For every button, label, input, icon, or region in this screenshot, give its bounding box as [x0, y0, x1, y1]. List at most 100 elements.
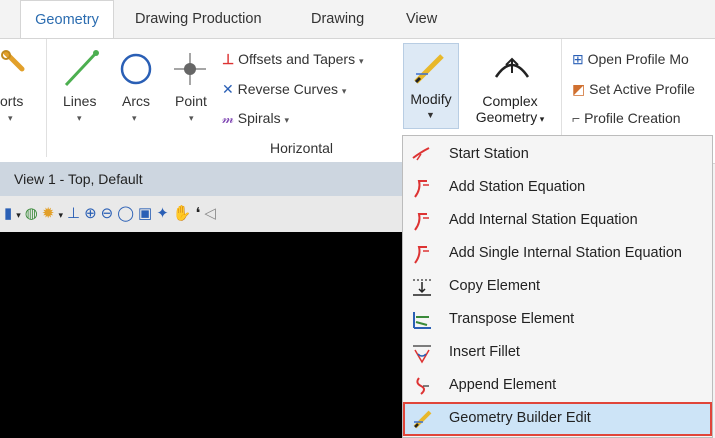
- complex-label-2: Geometry ▾: [475, 109, 545, 125]
- internal-station-equation-icon: [414, 213, 429, 231]
- chevron-down-icon-2[interactable]: ▾: [58, 210, 67, 220]
- point-label: Point: [175, 93, 207, 109]
- profile-creation-button[interactable]: ⌐ Profile Creation: [572, 110, 681, 126]
- arcs-chevron-icon: ▾: [132, 113, 137, 123]
- chevron-down-icon[interactable]: ▾: [16, 210, 25, 220]
- lines-label: Lines: [63, 93, 97, 109]
- window-area-icon[interactable]: ◯: [117, 205, 138, 222]
- reverse-curves-icon: ✕: [222, 81, 234, 97]
- menu-item-insert-fillet[interactable]: Insert Fillet: [403, 336, 712, 369]
- ports-icon: [1, 50, 25, 72]
- menu-item-add-internal-station-equation[interactable]: Add Internal Station Equation: [403, 204, 712, 237]
- start-station-icon: [412, 147, 430, 161]
- lines-icon: [64, 50, 99, 87]
- copy-element-icon: [413, 279, 431, 296]
- tab-drawing[interactable]: Drawing: [311, 0, 364, 38]
- ports-label: orts: [0, 93, 24, 109]
- profile-creation-icon: ⌐: [572, 110, 581, 126]
- set-active-profile-button[interactable]: ◩ Set Active Profile: [572, 81, 695, 98]
- point-chevron-icon: ▾: [189, 113, 194, 123]
- menu-item-label: Copy Element: [449, 278, 541, 294]
- modify-label: Modify: [410, 91, 452, 107]
- complex-geometry-button[interactable]: Complex Geometry ▾: [470, 47, 550, 135]
- display-style-icon[interactable]: ◍: [25, 205, 42, 222]
- ports-chevron-icon: ▾: [8, 113, 13, 123]
- tab-geometry-label: Geometry: [35, 12, 99, 28]
- open-profile-label: Open Profile Mo: [587, 51, 689, 67]
- offsets-and-tapers-button[interactable]: ⊥ Offsets and Tapers ▾: [222, 51, 364, 68]
- menu-item-label: Geometry Builder Edit: [449, 410, 591, 426]
- complex-label-1: Complex: [482, 93, 538, 109]
- update-view-icon[interactable]: ⊥: [67, 205, 84, 222]
- insert-fillet-icon: [413, 345, 431, 364]
- view-title: View 1 - Top, Default: [14, 171, 143, 187]
- fly-icon[interactable]: ◁: [204, 205, 220, 222]
- profile-creation-label: Profile Creation: [584, 110, 681, 126]
- menu-item-geometry-builder-edit[interactable]: Geometry Builder Edit: [403, 402, 712, 436]
- set-active-profile-label: Set Active Profile: [589, 81, 695, 97]
- set-active-profile-icon: ◩: [572, 81, 586, 97]
- zoom-out-icon[interactable]: ⊖: [101, 205, 118, 222]
- offsets-icon: ⊥: [222, 51, 235, 67]
- ribbon-tab-bar: Geometry Drawing Production Drawing View: [0, 0, 715, 39]
- spirals-icon: 𝓂: [222, 110, 234, 126]
- lighting-icon[interactable]: ✹: [42, 205, 59, 222]
- menu-item-label: Add Station Equation: [449, 179, 586, 195]
- view-title-bar: View 1 - Top, Default: [0, 162, 402, 196]
- single-internal-station-equation-icon: [414, 246, 429, 264]
- view-canvas[interactable]: [0, 232, 402, 438]
- view-toolbar-icons: ▮▾◍✹▾⊥⊕⊖◯▣✦✋❛◁: [4, 204, 220, 222]
- reverse-curves-button[interactable]: ✕ Reverse Curves ▾: [222, 81, 346, 98]
- fit-view-icon[interactable]: ▣: [138, 205, 156, 222]
- complex-geometry-icon: [494, 57, 530, 78]
- transpose-element-icon: [413, 312, 431, 329]
- open-profile-model-button[interactable]: ⊞ Open Profile Mo: [572, 51, 689, 68]
- view-attributes-icon[interactable]: ▮: [4, 205, 16, 222]
- menu-item-transpose-element[interactable]: Transpose Element: [403, 303, 712, 336]
- menu-item-label: Start Station: [449, 146, 529, 162]
- arcs-label: Arcs: [122, 93, 150, 109]
- modify-button[interactable]: Modify ▼: [403, 43, 459, 129]
- ports-button[interactable]: [0, 49, 40, 89]
- menu-item-copy-element[interactable]: Copy Element: [403, 270, 712, 303]
- menu-item-label: Append Element: [449, 377, 557, 393]
- spirals-button[interactable]: 𝓂 Spirals ▾: [222, 110, 289, 127]
- reverse-curves-chevron-icon: ▾: [341, 86, 347, 96]
- modify-chevron-icon: ▼: [426, 110, 435, 120]
- menu-item-add-station-equation[interactable]: Add Station Equation: [403, 171, 712, 204]
- tab-view-label: View: [406, 11, 438, 27]
- horizontal-group-label: Horizontal: [270, 140, 334, 156]
- station-equation-icon: [414, 180, 429, 198]
- tab-view[interactable]: View: [406, 0, 437, 38]
- reverse-curves-label: Reverse Curves: [237, 81, 338, 97]
- walk-icon[interactable]: ❛: [195, 205, 204, 222]
- menu-item-label: Insert Fillet: [449, 344, 520, 360]
- menu-item-label: Add Single Internal Station Equation: [449, 245, 682, 261]
- pan-view-icon[interactable]: ✋: [173, 205, 196, 222]
- view-toolbar: ▮▾◍✹▾⊥⊕⊖◯▣✦✋❛◁: [0, 196, 402, 232]
- lines-chevron-icon: ▾: [77, 113, 82, 123]
- grid-icon: ⊞: [572, 51, 584, 67]
- menu-item-add-single-internal-station-equation[interactable]: Add Single Internal Station Equation: [403, 237, 712, 270]
- arcs-icon: [120, 53, 152, 85]
- spirals-chevron-icon: ▾: [284, 115, 289, 125]
- offsets-chevron-icon: ▾: [358, 56, 364, 66]
- tab-geometry[interactable]: Geometry: [20, 0, 114, 39]
- menu-item-append-element[interactable]: Append Element: [403, 369, 712, 402]
- menu-item-start-station[interactable]: Start Station: [403, 138, 712, 171]
- lines-button[interactable]: [60, 47, 104, 135]
- modify-pencil-icon: [414, 54, 444, 84]
- tab-drawing-production-label: Drawing Production: [135, 11, 262, 27]
- modify-dropdown-menu: Start Station Add Station Equation Add I…: [402, 135, 713, 438]
- offsets-label: Offsets and Tapers: [238, 51, 356, 67]
- rotate-view-icon[interactable]: ✦: [156, 205, 173, 222]
- zoom-in-icon[interactable]: ⊕: [84, 205, 101, 222]
- tab-drawing-label: Drawing: [311, 11, 365, 27]
- menu-item-label: Transpose Element: [449, 311, 575, 327]
- menu-item-label: Add Internal Station Equation: [449, 212, 638, 228]
- ribbon-separator: [46, 39, 47, 157]
- append-element-icon: [416, 377, 429, 395]
- tab-drawing-production[interactable]: Drawing Production: [135, 0, 262, 38]
- point-icon: [174, 53, 206, 85]
- arcs-button[interactable]: [118, 47, 158, 135]
